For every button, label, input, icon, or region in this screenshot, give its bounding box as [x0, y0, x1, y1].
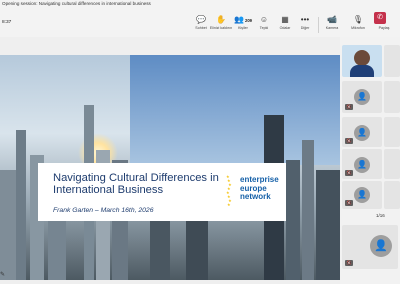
self-video-person — [354, 50, 370, 66]
skyline-building — [0, 170, 16, 280]
muted-mic-icon: 🔇 — [345, 138, 353, 144]
window-title: Opening session: Navigating cultural dif… — [2, 1, 151, 6]
presentation-slide: Navigating Cultural Differences in Inter… — [0, 55, 340, 280]
people-icon: 👥209 — [232, 14, 254, 26]
shared-screen: Navigating Cultural Differences in Inter… — [0, 37, 340, 284]
participant-tile[interactable] — [384, 149, 400, 179]
skyline-building — [316, 170, 340, 280]
slide-title-box: Navigating Cultural Differences in Inter… — [38, 163, 286, 221]
title-bar: Opening session: Navigating cultural dif… — [0, 0, 400, 11]
camera-button[interactable]: 📹 Kamera — [321, 14, 343, 34]
avatar-icon: 👤 — [354, 157, 370, 173]
self-video-shoulders — [350, 65, 374, 77]
meeting-timer: 8:37 — [2, 20, 12, 25]
avatar-icon: 👤 — [370, 235, 392, 257]
raise-hand-button[interactable]: ✋ Elinizi kaldırın — [210, 14, 232, 34]
meeting-toolbar: 8:37 💬 Sohbet ✋ Elinizi kaldırın 👥209 Ki… — [0, 11, 400, 38]
logo-text: enterprise europe network — [240, 175, 279, 202]
participant-tile[interactable] — [384, 45, 400, 77]
microphone-icon: 🎙 — [352, 15, 364, 24]
more-button[interactable]: ••• Diğer — [294, 14, 316, 34]
slide-title: Navigating Cultural Differences in Inter… — [53, 172, 219, 197]
participant-count: 209 — [244, 18, 252, 23]
participant-tile[interactable]: 👤 🔇 — [342, 117, 382, 147]
toolbar-divider — [318, 17, 319, 33]
avatar-icon: 👤 — [354, 89, 370, 105]
more-label: Diğer — [300, 26, 310, 30]
react-button[interactable]: ☺ Tepki — [253, 14, 275, 34]
camera-icon: 📹 — [327, 15, 337, 24]
participant-tile[interactable]: 👤 🔇 — [342, 149, 382, 179]
skyline-building — [16, 130, 26, 280]
participant-tile[interactable] — [384, 117, 400, 147]
participant-pager[interactable]: 1/16 — [376, 213, 385, 218]
chat-icon: 💬 — [196, 15, 206, 24]
participant-tile[interactable] — [384, 181, 400, 209]
people-button[interactable]: 👥209 Kişiler — [232, 14, 254, 34]
avatar-icon: 👤 — [354, 125, 370, 141]
muted-mic-icon: 🔇 — [345, 200, 353, 206]
participant-tile[interactable]: 👤 🔇 — [342, 225, 398, 269]
skyline-building — [286, 160, 300, 280]
participants-panel: 👤 🔇 👤 🔇 👤 🔇 👤 🔇 1/16 👤 🔇 — [340, 37, 400, 284]
muted-mic-icon: 🔇 — [345, 104, 353, 110]
raise-hand-icon: ✋ — [216, 15, 226, 24]
rooms-icon: ▦ — [281, 15, 289, 24]
slide-subtitle: Frank Garten – March 16th, 2026 — [53, 207, 154, 214]
chat-button[interactable]: 💬 Sohbet — [190, 14, 212, 34]
muted-mic-icon: 🔇 — [345, 170, 353, 176]
phone-hangup-icon: ✆ — [377, 14, 383, 21]
participant-tile[interactable]: 👤 🔇 — [342, 181, 382, 209]
react-icon: ☺ — [259, 15, 269, 24]
self-video-tile[interactable] — [342, 45, 382, 77]
enterprise-europe-network-logo: ★ ★ ★ ★ ★ ★ ★ ★ enterprise europe network — [226, 173, 284, 213]
participant-tile[interactable]: 👤 🔇 — [342, 81, 382, 113]
avatar-icon: 👤 — [354, 187, 370, 203]
skyline-building — [302, 140, 314, 280]
rooms-button[interactable]: ▦ Odalar — [274, 14, 296, 34]
participant-tile[interactable] — [384, 81, 400, 113]
muted-mic-icon: 🔇 — [345, 260, 353, 266]
annotation-pen-icon[interactable]: ✎ — [0, 271, 6, 278]
more-icon: ••• — [300, 15, 310, 24]
share-label: Paylaş — [378, 26, 390, 30]
mic-button[interactable]: 🎙 Mikrofon — [347, 14, 369, 34]
leave-call-button[interactable]: ✆ — [374, 12, 386, 24]
people-glyph: 👥 — [234, 15, 244, 24]
